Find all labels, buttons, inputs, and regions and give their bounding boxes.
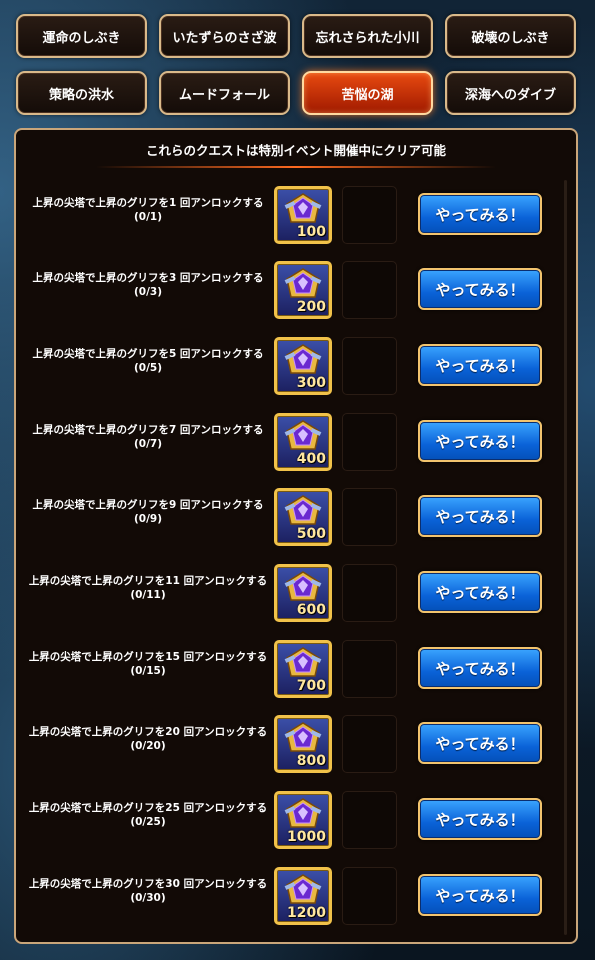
quest-progress: (0/5): [133, 362, 163, 374]
quest-title: 上昇の尖塔で上昇のグリフを30 回アンロックする: [28, 878, 268, 890]
empty-reward-slot: [342, 488, 397, 546]
event-tabs: 運命のしぶき いたずらのさざ波 忘れさられた小川 破壊のしぶき 策略の洪水 ムー…: [16, 14, 578, 115]
reward-amount: 200: [296, 299, 326, 315]
quest-progress: (0/1): [133, 211, 163, 223]
quest-progress: (0/11): [130, 589, 166, 601]
quest-progress: (0/9): [133, 513, 163, 525]
quest-title: 上昇の尖塔で上昇のグリフを15 回アンロックする: [28, 651, 268, 663]
quest-title: 上昇の尖塔で上昇のグリフを11 回アンロックする: [28, 575, 268, 587]
tab-0[interactable]: 運命のしぶき: [16, 14, 147, 58]
quest-title: 上昇の尖塔で上昇のグリフを25 回アンロックする: [28, 802, 268, 814]
reward-amount: 100: [296, 224, 326, 240]
tab-5[interactable]: ムードフォール: [159, 71, 290, 115]
scrollbar[interactable]: [564, 180, 567, 935]
quest-description: 上昇の尖塔で上昇のグリフを20 回アンロックする (0/20): [24, 725, 272, 753]
quest-title: 上昇の尖塔で上昇のグリフを3 回アンロックする: [32, 272, 264, 284]
quest-description: 上昇の尖塔で上昇のグリフを5 回アンロックする (0/5): [24, 347, 272, 375]
reward-amount: 600: [296, 602, 326, 618]
quest-description: 上昇の尖塔で上昇のグリフを3 回アンロックする (0/3): [24, 271, 272, 299]
try-button[interactable]: やってみる！: [418, 495, 542, 537]
reward-slot[interactable]: 300: [274, 337, 332, 395]
quest-row: 上昇の尖塔で上昇のグリフを3 回アンロックする (0/3) 200 やってみる！: [16, 261, 564, 321]
reward-slot[interactable]: 200: [274, 261, 332, 319]
quest-progress: (0/3): [133, 286, 163, 298]
try-button[interactable]: やってみる！: [418, 420, 542, 462]
try-button[interactable]: やってみる！: [418, 571, 542, 613]
try-button[interactable]: やってみる！: [418, 874, 542, 916]
try-button[interactable]: やってみる！: [418, 647, 542, 689]
quest-description: 上昇の尖塔で上昇のグリフを30 回アンロックする (0/30): [24, 877, 272, 905]
tab-1[interactable]: いたずらのさざ波: [159, 14, 290, 58]
try-button[interactable]: やってみる！: [418, 193, 542, 235]
quest-description: 上昇の尖塔で上昇のグリフを9 回アンロックする (0/9): [24, 498, 272, 526]
reward-amount: 700: [296, 678, 326, 694]
reward-slot[interactable]: 1000: [274, 791, 332, 849]
quest-progress: (0/25): [130, 816, 166, 828]
reward-amount: 1200: [287, 905, 326, 921]
quest-row: 上昇の尖塔で上昇のグリフを20 回アンロックする (0/20) 800 やってみ…: [16, 715, 564, 775]
quest-title: 上昇の尖塔で上昇のグリフを7 回アンロックする: [32, 424, 264, 436]
empty-reward-slot: [342, 261, 397, 319]
reward-slot[interactable]: 600: [274, 564, 332, 622]
quest-progress: (0/30): [130, 892, 166, 904]
tab-7[interactable]: 深海へのダイブ: [445, 71, 576, 115]
quest-title: 上昇の尖塔で上昇のグリフを9 回アンロックする: [32, 499, 264, 511]
tab-6[interactable]: 苦悩の湖: [302, 71, 433, 115]
empty-reward-slot: [342, 413, 397, 471]
quest-progress: (0/20): [130, 740, 166, 752]
reward-slot[interactable]: 700: [274, 640, 332, 698]
quest-title: 上昇の尖塔で上昇のグリフを1 回アンロックする: [32, 197, 264, 209]
reward-amount: 300: [296, 375, 326, 391]
quest-row: 上昇の尖塔で上昇のグリフを30 回アンロックする (0/30) 1200 やって…: [16, 867, 564, 927]
reward-amount: 500: [296, 526, 326, 542]
title-divider: [96, 166, 496, 168]
quest-row: 上昇の尖塔で上昇のグリフを9 回アンロックする (0/9) 500 やってみる！: [16, 488, 564, 548]
empty-reward-slot: [342, 337, 397, 395]
tab-3[interactable]: 破壊のしぶき: [445, 14, 576, 58]
quest-row: 上昇の尖塔で上昇のグリフを5 回アンロックする (0/5) 300 やってみる！: [16, 337, 564, 397]
quest-row: 上昇の尖塔で上昇のグリフを11 回アンロックする (0/11) 600 やってみ…: [16, 564, 564, 624]
tab-4[interactable]: 策略の洪水: [16, 71, 147, 115]
try-button[interactable]: やってみる！: [418, 798, 542, 840]
empty-reward-slot: [342, 640, 397, 698]
empty-reward-slot: [342, 564, 397, 622]
empty-reward-slot: [342, 791, 397, 849]
try-button[interactable]: やってみる！: [418, 344, 542, 386]
quest-title: 上昇の尖塔で上昇のグリフを5 回アンロックする: [32, 348, 264, 360]
empty-reward-slot: [342, 715, 397, 773]
quest-progress: (0/15): [130, 665, 166, 677]
reward-slot[interactable]: 800: [274, 715, 332, 773]
empty-reward-slot: [342, 867, 397, 925]
reward-slot[interactable]: 400: [274, 413, 332, 471]
panel-title: これらのクエストは特別イベント開催中にクリア可能: [145, 143, 446, 158]
quest-title: 上昇の尖塔で上昇のグリフを20 回アンロックする: [28, 726, 268, 738]
quest-row: 上昇の尖塔で上昇のグリフを25 回アンロックする (0/25) 1000 やって…: [16, 791, 564, 851]
reward-amount: 400: [296, 451, 326, 467]
quest-description: 上昇の尖塔で上昇のグリフを1 回アンロックする (0/1): [24, 196, 272, 224]
try-button[interactable]: やってみる！: [418, 268, 542, 310]
try-button[interactable]: やってみる！: [418, 722, 542, 764]
quest-description: 上昇の尖塔で上昇のグリフを11 回アンロックする (0/11): [24, 574, 272, 602]
reward-slot[interactable]: 1200: [274, 867, 332, 925]
quest-description: 上昇の尖塔で上昇のグリフを7 回アンロックする (0/7): [24, 423, 272, 451]
tab-2[interactable]: 忘れさられた小川: [302, 14, 433, 58]
reward-slot[interactable]: 500: [274, 488, 332, 546]
reward-amount: 800: [296, 753, 326, 769]
quest-row: 上昇の尖塔で上昇のグリフを15 回アンロックする (0/15) 700 やってみ…: [16, 640, 564, 700]
reward-amount: 1000: [287, 829, 326, 845]
empty-reward-slot: [342, 186, 397, 244]
quest-panel: これらのクエストは特別イベント開催中にクリア可能 上昇の尖塔で上昇のグリフを1 …: [14, 128, 578, 944]
quest-description: 上昇の尖塔で上昇のグリフを25 回アンロックする (0/25): [24, 801, 272, 829]
reward-slot[interactable]: 100: [274, 186, 332, 244]
quest-progress: (0/7): [133, 438, 163, 450]
quest-description: 上昇の尖塔で上昇のグリフを15 回アンロックする (0/15): [24, 650, 272, 678]
quest-row: 上昇の尖塔で上昇のグリフを1 回アンロックする (0/1) 100 やってみる！: [16, 186, 564, 246]
quest-row: 上昇の尖塔で上昇のグリフを7 回アンロックする (0/7) 400 やってみる！: [16, 413, 564, 473]
